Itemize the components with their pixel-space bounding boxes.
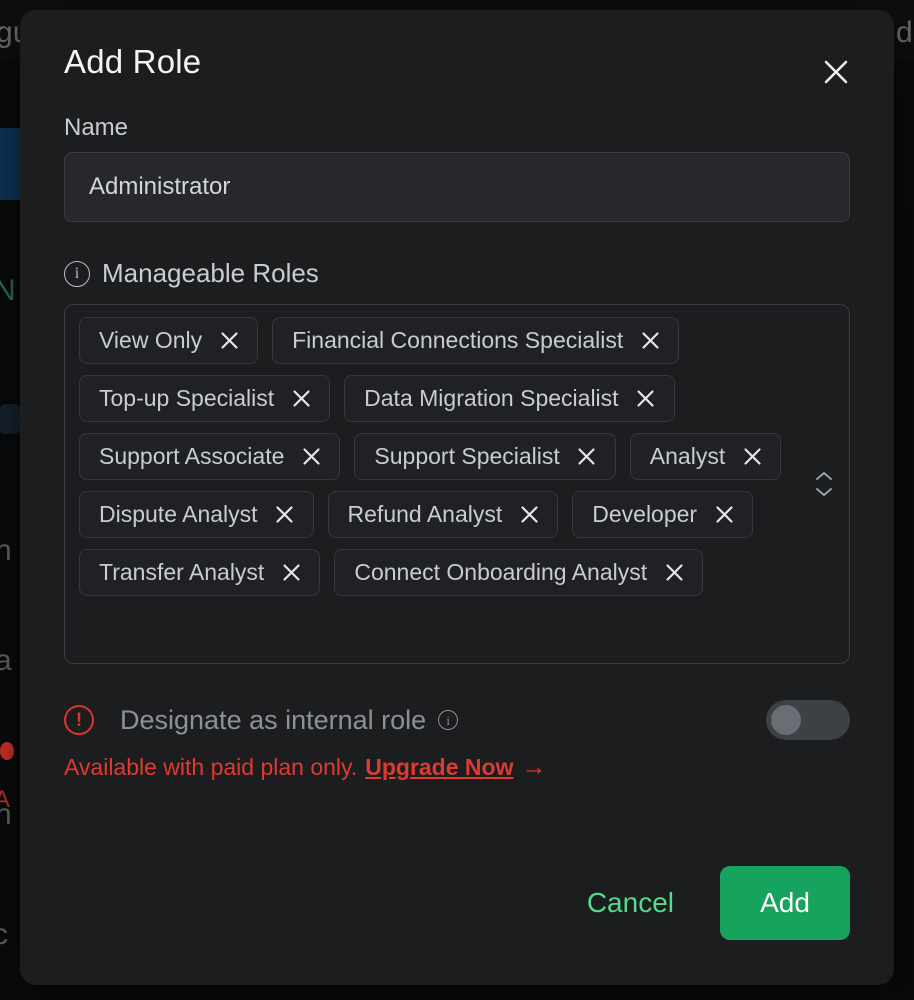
close-icon[interactable]	[663, 562, 685, 584]
role-chip-list: View Only Financial Connections Specialis…	[79, 317, 809, 596]
backdrop-text-fragment: n	[0, 798, 12, 832]
role-chip[interactable]: Data Migration Specialist	[344, 375, 674, 422]
plan-notice-text: Available with paid plan only.	[64, 754, 357, 781]
close-icon[interactable]	[300, 446, 322, 468]
close-icon[interactable]	[576, 446, 598, 468]
role-chip[interactable]: Developer	[572, 491, 753, 538]
page-title: Add Role	[64, 43, 201, 81]
role-chip-label: Developer	[592, 503, 697, 526]
close-icon	[823, 59, 849, 85]
cancel-button[interactable]: Cancel	[573, 875, 688, 931]
role-chip[interactable]: Transfer Analyst	[79, 549, 320, 596]
name-field-group: Name	[64, 114, 850, 222]
manageable-roles-box[interactable]: View Only Financial Connections Specialis…	[64, 304, 850, 664]
dialog-footer: Cancel Add	[573, 866, 850, 940]
add-button[interactable]: Add	[720, 866, 850, 940]
manageable-roles-header: i Manageable Roles	[64, 258, 850, 289]
close-icon[interactable]	[741, 446, 763, 468]
backdrop-text-fragment: a	[0, 644, 12, 678]
role-chip-label: Support Specialist	[374, 445, 559, 468]
backdrop-text-fragment: N	[0, 274, 16, 308]
alert-circle-icon: !	[64, 705, 94, 735]
close-icon[interactable]	[280, 562, 302, 584]
role-chip-label: Top-up Specialist	[99, 387, 274, 410]
internal-role-row: ! Designate as internal role i	[64, 700, 850, 740]
backdrop-text-fragment: c	[0, 918, 8, 952]
backdrop-chip	[0, 404, 20, 434]
internal-role-toggle[interactable]	[766, 700, 850, 740]
info-icon: i	[64, 261, 90, 287]
upgrade-now-link[interactable]: Upgrade Now	[365, 754, 513, 781]
role-chip-label: Refund Analyst	[348, 503, 503, 526]
add-role-dialog: Add Role Name i Manageable Roles View On…	[20, 10, 894, 985]
backdrop-highlight-row	[0, 128, 20, 200]
close-icon[interactable]	[218, 330, 240, 352]
role-chip[interactable]: Dispute Analyst	[79, 491, 314, 538]
close-icon[interactable]	[290, 388, 312, 410]
close-icon[interactable]	[518, 504, 540, 526]
close-button[interactable]	[816, 52, 856, 92]
internal-role-label: Designate as internal role	[120, 705, 426, 736]
role-chip[interactable]: Refund Analyst	[328, 491, 559, 538]
toggle-knob	[771, 705, 801, 735]
dialog-header: Add Role	[64, 10, 850, 114]
backdrop-status-dot	[0, 742, 14, 760]
role-chip-label: Data Migration Specialist	[364, 387, 618, 410]
role-chip[interactable]: Connect Onboarding Analyst	[334, 549, 703, 596]
backdrop-text-fragment: n	[0, 534, 12, 568]
chevron-up-down-icon[interactable]	[811, 464, 837, 504]
role-chip[interactable]: Financial Connections Specialist	[272, 317, 679, 364]
info-icon: i	[438, 710, 458, 730]
close-icon[interactable]	[635, 388, 657, 410]
role-chip-label: Dispute Analyst	[99, 503, 258, 526]
role-chip-label: Transfer Analyst	[99, 561, 264, 584]
plan-notice: Available with paid plan only. Upgrade N…	[64, 754, 850, 781]
backdrop-band	[894, 212, 914, 1000]
name-input[interactable]	[64, 152, 850, 222]
role-chip-label: Analyst	[650, 445, 725, 468]
manageable-roles-label: Manageable Roles	[102, 258, 319, 289]
role-chip-label: Financial Connections Specialist	[292, 329, 623, 352]
close-icon[interactable]	[639, 330, 661, 352]
role-chip[interactable]: Analyst	[630, 433, 781, 480]
role-chip-label: Support Associate	[99, 445, 284, 468]
close-icon[interactable]	[274, 504, 296, 526]
backdrop-text-fragment: d	[896, 16, 913, 50]
role-chip-label: Connect Onboarding Analyst	[354, 561, 647, 584]
name-label: Name	[64, 114, 850, 142]
role-chip[interactable]: Support Associate	[79, 433, 340, 480]
close-icon[interactable]	[713, 504, 735, 526]
arrow-right-icon: →	[521, 755, 546, 780]
role-chip-label: View Only	[99, 329, 202, 352]
role-chip[interactable]: View Only	[79, 317, 258, 364]
role-chip[interactable]: Top-up Specialist	[79, 375, 330, 422]
role-chip[interactable]: Support Specialist	[354, 433, 615, 480]
